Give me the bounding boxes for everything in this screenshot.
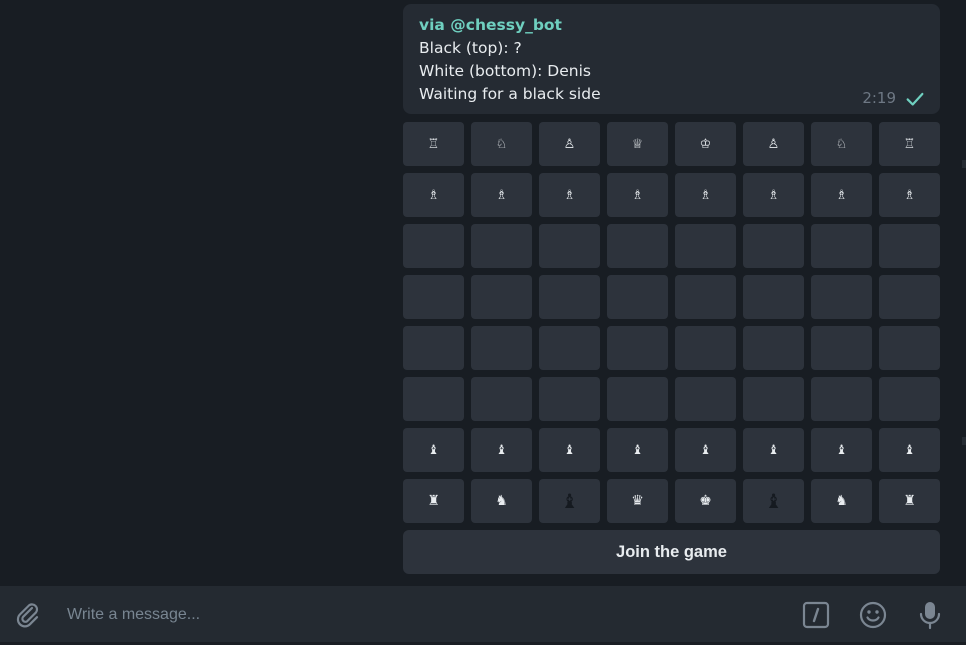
board-cell[interactable]	[879, 224, 940, 268]
game-status-line: Waiting for a black side	[419, 85, 601, 103]
board-row: ♗ ♗ ♗ ♗ ♗ ♗ ♗ ♗	[403, 173, 940, 217]
board-cell[interactable]	[743, 275, 804, 319]
board-row	[403, 377, 940, 421]
board-cell[interactable]: ♝	[607, 428, 668, 472]
emoji-icon[interactable]	[858, 600, 888, 630]
message-input[interactable]	[65, 600, 769, 630]
board-cell[interactable]	[471, 377, 532, 421]
board-cell[interactable]: ♗	[811, 173, 872, 217]
board-cell[interactable]	[539, 224, 600, 268]
board-cell[interactable]	[811, 224, 872, 268]
board-cell[interactable]	[879, 377, 940, 421]
board-cell[interactable]	[811, 326, 872, 370]
board-cell[interactable]: ♝	[879, 428, 940, 472]
board-cell[interactable]	[539, 377, 600, 421]
board-cell[interactable]: ♝	[471, 428, 532, 472]
board-cell[interactable]	[539, 275, 600, 319]
microphone-icon[interactable]	[916, 600, 944, 630]
board-cell[interactable]	[403, 275, 464, 319]
board-cell[interactable]: ♗	[403, 173, 464, 217]
board-row	[403, 224, 940, 268]
board-cell[interactable]: ♝	[539, 428, 600, 472]
board-cell[interactable]: ♞	[471, 479, 532, 523]
paperclip-icon[interactable]	[12, 599, 42, 629]
board-cell[interactable]: ♜	[403, 479, 464, 523]
board-cell[interactable]	[743, 377, 804, 421]
board-cell[interactable]	[675, 377, 736, 421]
board-cell[interactable]	[403, 377, 464, 421]
board-row: ♝ ♝ ♝ ♝ ♝ ♝ ♝ ♝	[403, 428, 940, 472]
board-cell[interactable]	[743, 326, 804, 370]
board-cell[interactable]: ♖	[403, 122, 464, 166]
scroll-indicator	[962, 437, 966, 445]
board-cell[interactable]	[403, 326, 464, 370]
board-cell[interactable]	[471, 326, 532, 370]
board-cell[interactable]	[811, 275, 872, 319]
message-time: 2:19	[862, 89, 896, 107]
board-cell[interactable]: ♗	[879, 173, 940, 217]
board-cell[interactable]: ♔	[675, 122, 736, 166]
board-row	[403, 326, 940, 370]
board-row	[403, 275, 940, 319]
board-cell[interactable]: ♗	[607, 173, 668, 217]
board-cell[interactable]: ♝	[743, 428, 804, 472]
board-cell[interactable]	[471, 224, 532, 268]
board-cell[interactable]: ♝	[539, 479, 600, 523]
slash-command-icon[interactable]	[802, 601, 830, 629]
board-cell[interactable]: ♝	[811, 428, 872, 472]
board-cell[interactable]: ♘	[811, 122, 872, 166]
board-cell[interactable]	[607, 377, 668, 421]
board-cell[interactable]	[879, 275, 940, 319]
board-row: ♜ ♞ ♝ ♛ ♚ ♝ ♞ ♜	[403, 479, 940, 523]
black-player-line: Black (top): ?	[419, 39, 522, 57]
board-cell[interactable]	[607, 326, 668, 370]
board-cell[interactable]: ♝	[403, 428, 464, 472]
via-bot-link[interactable]: via @chessy_bot	[419, 14, 924, 37]
message-composer	[0, 586, 966, 642]
bot-message: via @chessy_bot Black (top): ? White (bo…	[403, 4, 940, 114]
board-cell[interactable]: ♘	[471, 122, 532, 166]
board-cell[interactable]: ♝	[743, 479, 804, 523]
board-cell[interactable]: ♙	[743, 122, 804, 166]
message-meta: 2:19	[862, 87, 926, 110]
chat-area: via @chessy_bot Black (top): ? White (bo…	[0, 0, 966, 586]
board-row: ♖ ♘ ♙ ♕ ♔ ♙ ♘ ♖	[403, 122, 940, 166]
board-cell[interactable]	[607, 224, 668, 268]
board-cell[interactable]	[675, 326, 736, 370]
board-cell[interactable]: ♛	[607, 479, 668, 523]
board-cell[interactable]	[539, 326, 600, 370]
board-cell[interactable]	[811, 377, 872, 421]
board-cell[interactable]	[675, 275, 736, 319]
board-cell[interactable]: ♗	[675, 173, 736, 217]
chess-board: ♖ ♘ ♙ ♕ ♔ ♙ ♘ ♖ ♗ ♗ ♗ ♗ ♗ ♗ ♗ ♗ ♝ ♝ ♝ ♝ ♝ ♝ ♝ ♝ ♜ ♞ ♝ ♛ ♚ ♝ ♞ ♜	[403, 122, 940, 530]
board-cell[interactable]: ♞	[811, 479, 872, 523]
board-cell[interactable]	[403, 224, 464, 268]
board-cell[interactable]: ♖	[879, 122, 940, 166]
board-cell[interactable]: ♜	[879, 479, 940, 523]
join-game-button[interactable]: Join the game	[403, 530, 940, 574]
board-cell[interactable]	[675, 224, 736, 268]
board-cell[interactable]	[607, 275, 668, 319]
white-player-line: White (bottom): Denis	[419, 62, 591, 80]
board-cell[interactable]	[743, 224, 804, 268]
board-cell[interactable]: ♗	[471, 173, 532, 217]
board-cell[interactable]	[471, 275, 532, 319]
board-cell[interactable]: ♙	[539, 122, 600, 166]
board-cell[interactable]: ♕	[607, 122, 668, 166]
board-cell[interactable]: ♝	[675, 428, 736, 472]
scroll-indicator	[962, 160, 966, 168]
board-cell[interactable]: ♗	[743, 173, 804, 217]
board-cell[interactable]: ♗	[539, 173, 600, 217]
checkmark-icon	[906, 92, 924, 106]
board-cell[interactable]	[879, 326, 940, 370]
board-cell[interactable]: ♚	[675, 479, 736, 523]
